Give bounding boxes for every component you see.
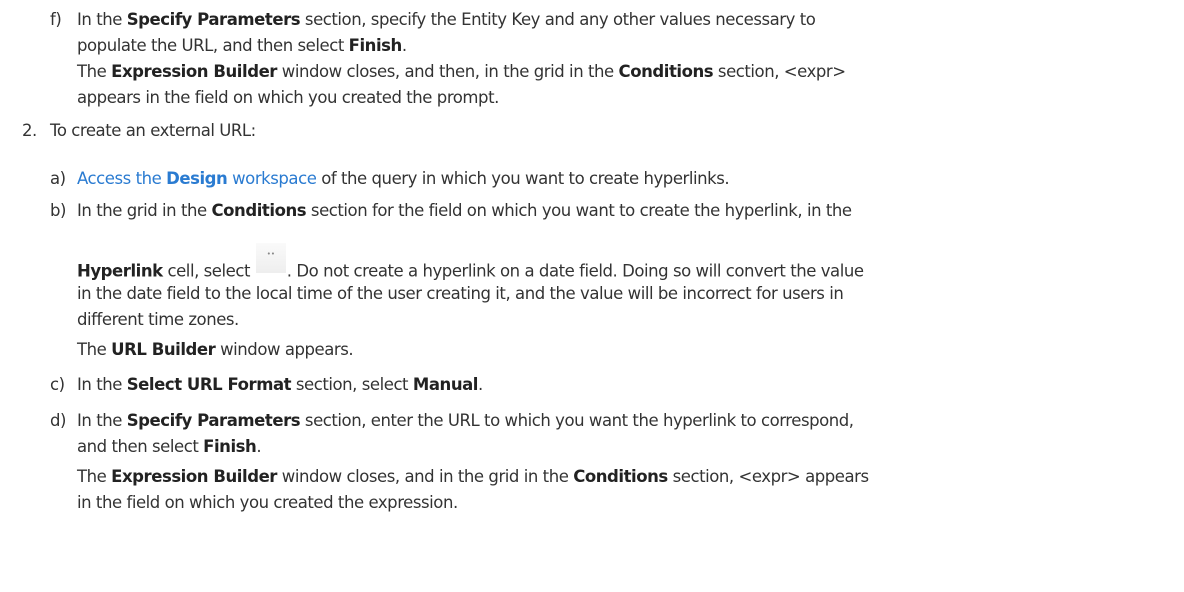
step-b-line-3: in the date field to the local time of t… [77,284,844,303]
step-f-line-2: populate the URL, and then select Finish… [77,36,407,55]
step-d-line-4: in the field on which you created the ex… [77,493,458,512]
step-b-line-4: different time zones. [77,310,239,329]
ellipsis-button-icon[interactable]: •• [255,243,286,273]
step-f-line-3: The Expression Builder window closes, an… [77,62,846,81]
step-f-line-4: appears in the field on which you create… [77,88,499,107]
step-d-line-3: The Expression Builder window closes, an… [77,467,869,486]
step-a-text: Access the Design workspace of the query… [77,169,730,188]
step-d-line-2: and then select Finish. [77,437,262,456]
step-2-text: To create an external URL: [50,121,256,140]
design-workspace-link[interactable]: Access the Design workspace [77,169,317,188]
step-f-line-1: In the Specify Parameters section, speci… [77,10,816,29]
step-c-text: In the Select URL Format section, select… [77,375,483,394]
step-2-label: 2. [22,121,37,140]
step-d-line-1: In the Specify Parameters section, enter… [77,411,854,430]
step-c-label: c) [50,375,65,394]
step-b-line-5: The URL Builder window appears. [77,340,354,359]
step-f-label: f) [50,10,62,29]
step-a-label: a) [50,169,66,188]
step-b-label: b) [50,201,67,220]
step-d-label: d) [50,411,67,430]
step-b-line-1: In the grid in the Conditions section fo… [77,201,852,220]
